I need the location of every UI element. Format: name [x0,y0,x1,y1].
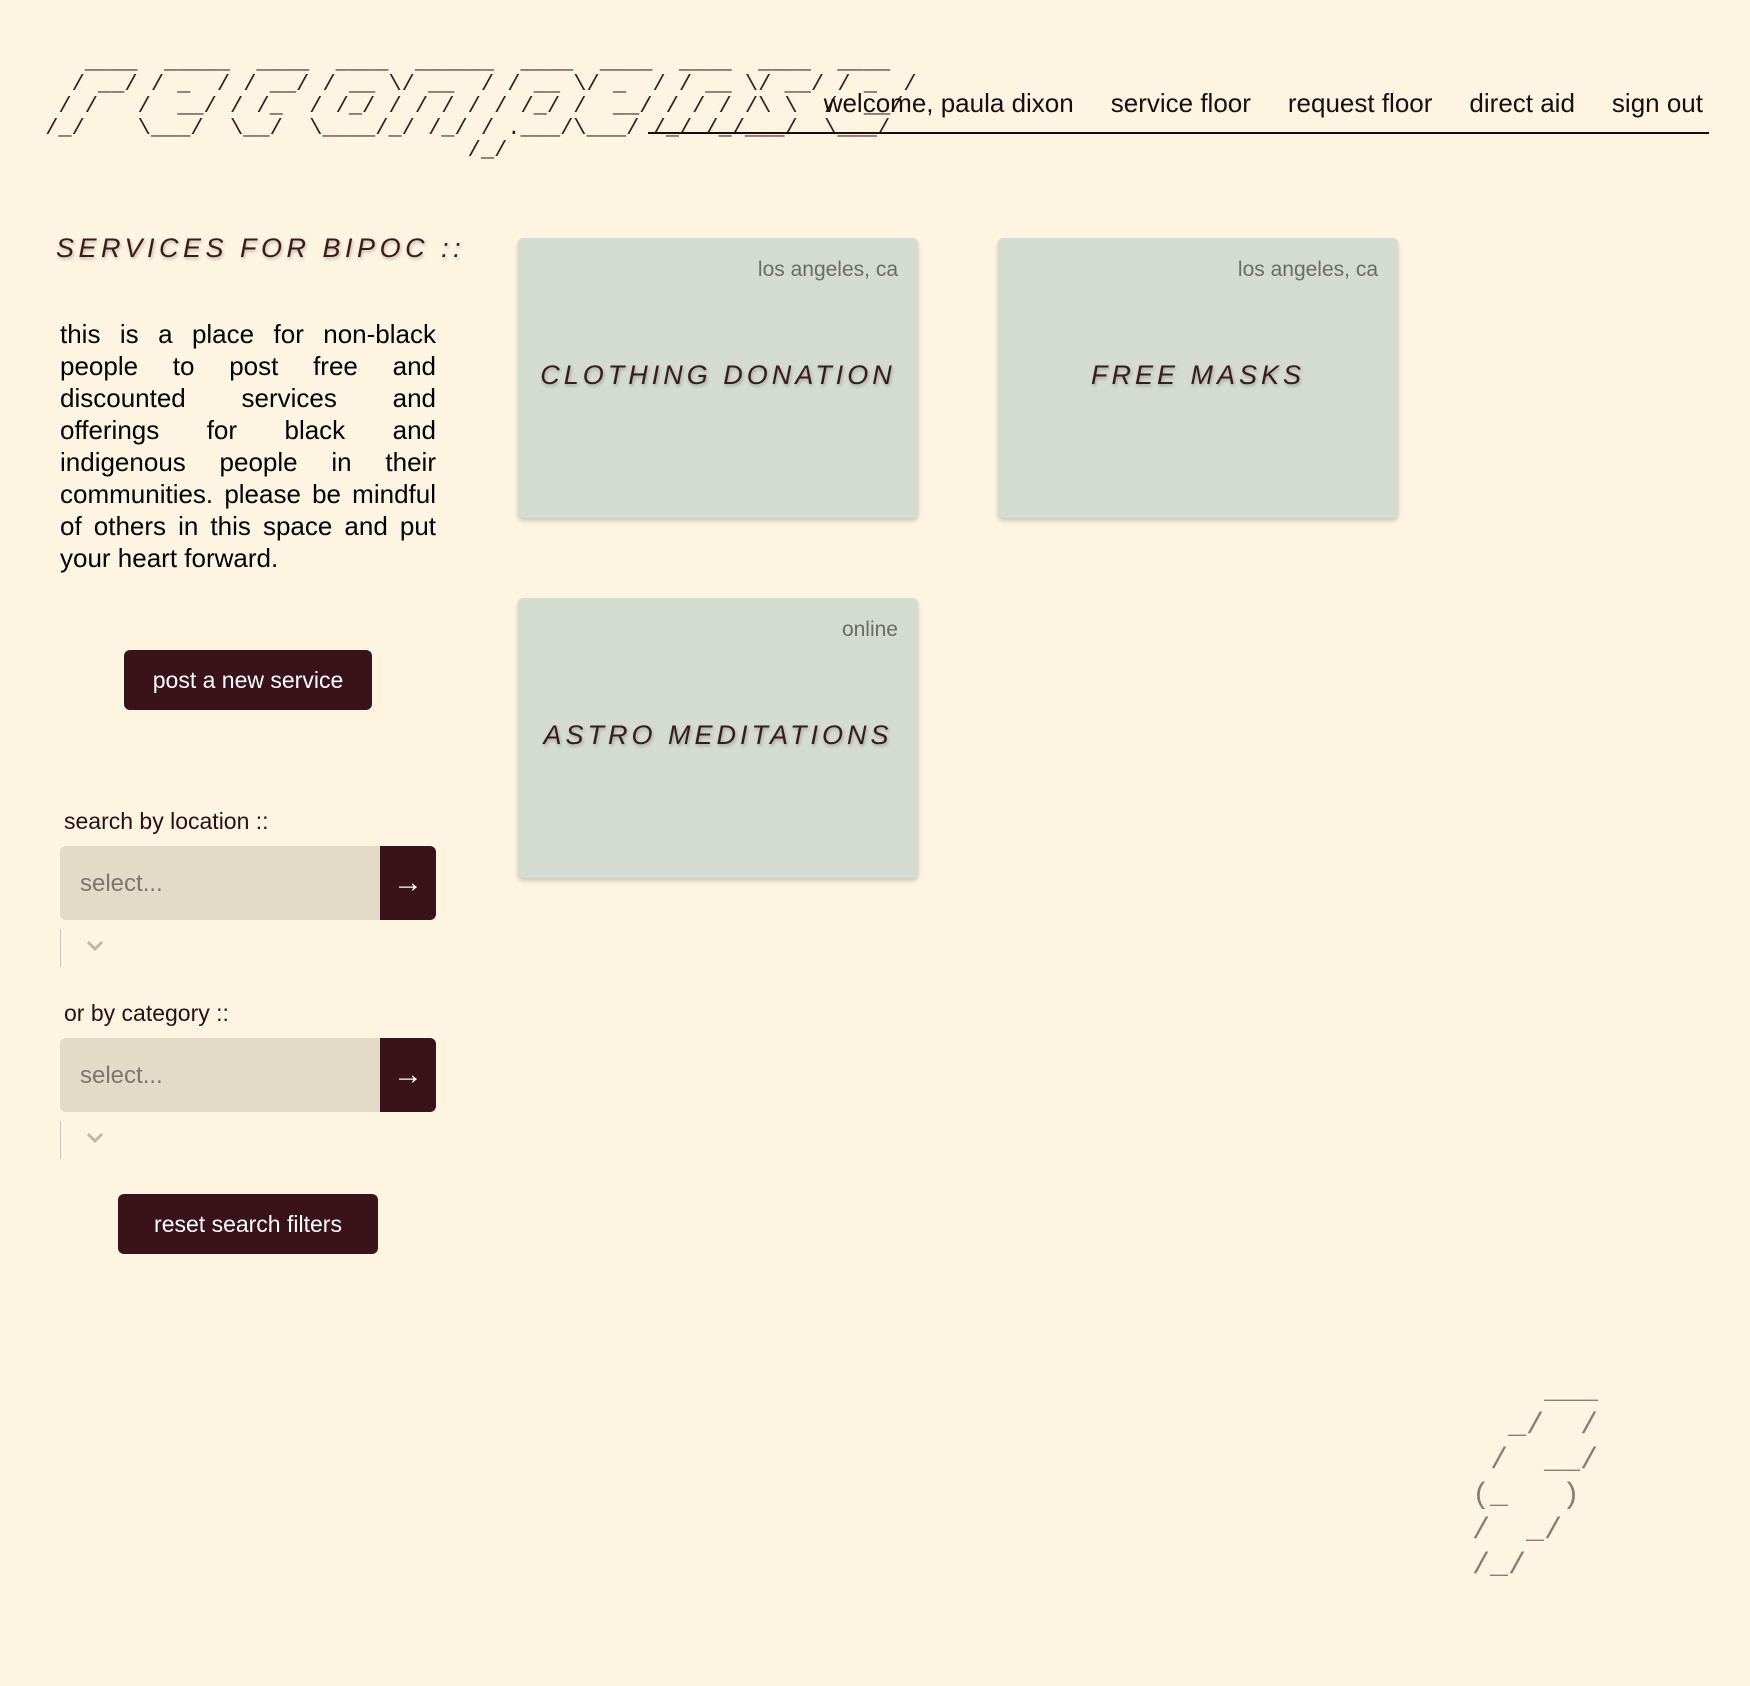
service-card[interactable]: los angeles, ca FREE MASKS [998,238,1398,518]
location-select: select... → [60,846,436,920]
chevron-down-icon [86,1132,104,1144]
chevron-down-icon [86,940,104,952]
location-dropdown-toggle[interactable] [60,929,140,967]
nav-direct-aid[interactable]: direct aid [1469,88,1575,119]
location-placeholder: select... [80,870,163,897]
category-dropdown-toggle[interactable] [60,1121,140,1159]
service-title: CLOTHING DONATION [540,360,896,390]
divider [60,929,61,967]
nav-sign-out[interactable]: sign out [1612,88,1703,119]
service-location: los angeles, ca [1237,258,1378,281]
decorative-ascii-art: ___ _/ / / __/ (_ ) / _/ /_/ [1472,1374,1599,1583]
category-select: select... → [60,1038,436,1112]
service-location: online [841,618,898,641]
top-nav: welcome, paula dixon service floor reque… [648,88,1709,134]
service-card[interactable]: online ASTRO MEDITATIONS [518,598,918,878]
location-select-input[interactable]: select... [60,846,380,920]
reset-filters-button[interactable]: reset search filters [118,1194,378,1254]
location-go-button[interactable]: → [380,846,436,920]
category-placeholder: select... [80,1062,163,1089]
service-title: ASTRO MEDITATIONS [543,720,893,750]
service-location: los angeles, ca [757,258,898,281]
intro-text: this is a place for non-black people to … [60,319,436,573]
category-select-input[interactable]: select... [60,1038,380,1112]
service-title: FREE MASKS [1090,360,1306,390]
divider [60,1121,61,1159]
service-card[interactable]: los angeles, ca CLOTHING DONATION [518,238,918,518]
location-label: search by location :: [64,808,269,834]
category-go-button[interactable]: → [380,1038,436,1112]
category-label: or by category :: [64,1000,229,1026]
post-service-button[interactable]: post a new service [124,650,372,710]
welcome-text: welcome, paula dixon [823,88,1074,118]
nav-request-floor[interactable]: request floor [1288,88,1433,119]
sidebar-title: SERVICES FOR BIPOC :: [56,233,466,263]
nav-service-floor[interactable]: service floor [1111,88,1251,119]
